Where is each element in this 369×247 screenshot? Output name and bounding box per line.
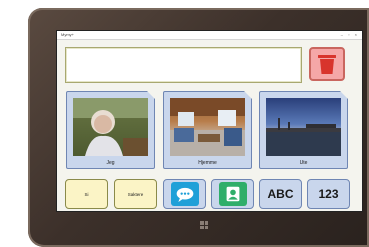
slower-button[interactable]: Saktere: [114, 179, 157, 209]
app-screen: Mymy+ – ▫ × Jeg Hjemme Ute Si Saktere AB…: [56, 30, 363, 212]
category-card-jeg[interactable]: Jeg: [66, 91, 155, 169]
category-label: Hjemme: [198, 160, 217, 166]
keyboard-abc-button[interactable]: ABC: [259, 179, 302, 209]
category-card-ute[interactable]: Ute: [259, 91, 348, 169]
numbers-button[interactable]: 123: [307, 179, 350, 209]
photo-river-bridge: [266, 98, 341, 156]
chat-button[interactable]: [163, 179, 206, 209]
window-title: Mymy+: [61, 32, 74, 37]
numbers-label: 123: [318, 187, 339, 201]
window-titlebar: Mymy+ – ▫ ×: [57, 31, 362, 40]
photo-living-room: [170, 98, 245, 156]
category-label: Ute: [299, 160, 308, 166]
trash-icon: [318, 55, 336, 74]
category-label: Jeg: [106, 160, 115, 166]
contact-person-icon: [218, 182, 247, 206]
chat-bubble-icon: [170, 182, 199, 206]
message-text-box[interactable]: [65, 47, 302, 83]
clear-button[interactable]: [309, 47, 345, 81]
windows-logo-icon[interactable]: [200, 221, 208, 229]
photo-elderly-woman: [73, 98, 148, 156]
say-button[interactable]: Si: [65, 179, 108, 209]
category-card-hjemme[interactable]: Hjemme: [163, 91, 252, 169]
window-controls[interactable]: – ▫ ×: [341, 31, 359, 39]
abc-label: ABC: [267, 187, 294, 201]
contacts-button[interactable]: [211, 179, 254, 209]
